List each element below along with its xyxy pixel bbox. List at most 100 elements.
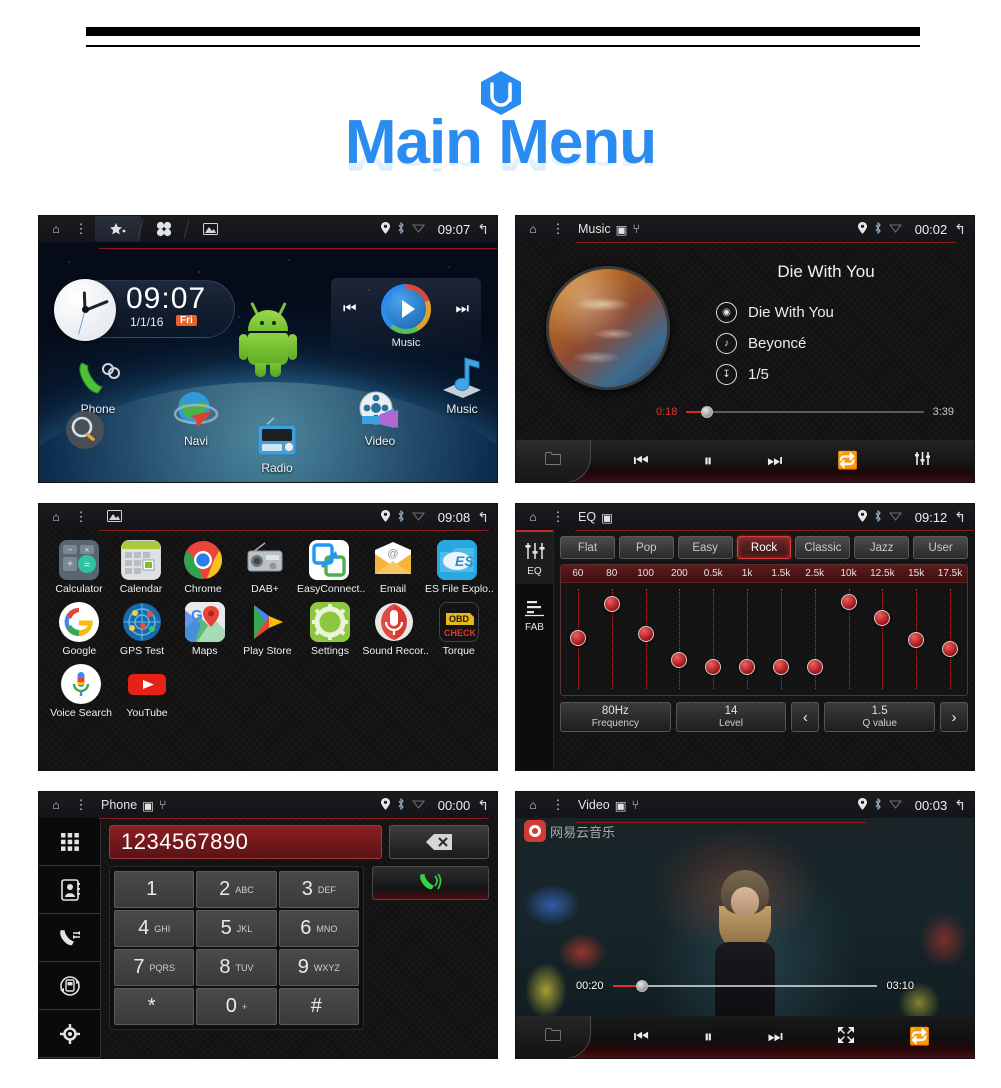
eq-preset-easy[interactable]: Easy xyxy=(677,536,733,559)
back-arrow-icon[interactable]: ↰ xyxy=(477,221,489,238)
app-chrome[interactable]: Chrome xyxy=(173,540,233,595)
eq-band-10k[interactable] xyxy=(832,583,866,695)
eq-level-button[interactable]: 14 Level xyxy=(675,702,787,732)
app-youtube[interactable]: YouTube xyxy=(115,664,179,719)
overflow-menu-icon[interactable]: ⋮ xyxy=(550,509,566,525)
app-calendar[interactable]: Calendar xyxy=(111,540,171,595)
back-arrow-icon[interactable]: ↰ xyxy=(954,221,966,238)
music-progress[interactable]: 0:18 3:39 xyxy=(656,406,954,418)
eq-band-200[interactable] xyxy=(662,583,696,695)
sidebar-item-contacts[interactable] xyxy=(39,866,100,914)
app-google[interactable]: Google xyxy=(49,602,110,657)
pause-icon[interactable]: ⏸ xyxy=(704,1027,713,1047)
overflow-menu-icon[interactable]: ⋮ xyxy=(73,797,89,813)
pause-icon[interactable]: ⏸ xyxy=(704,451,713,471)
sidebar-item-call-log[interactable] xyxy=(39,914,100,962)
chevron-left-icon[interactable]: ‹ xyxy=(791,702,820,732)
prev-track-icon[interactable]: ⏮ xyxy=(343,300,357,317)
music-widget[interactable]: ⏮ ⏭ Music xyxy=(331,278,481,354)
app-easyconnect[interactable]: EasyConnect.. xyxy=(297,540,365,595)
back-arrow-icon[interactable]: ↰ xyxy=(954,509,966,526)
dial-key-star[interactable]: * xyxy=(114,988,195,1025)
eq-band-12.5k[interactable] xyxy=(865,583,899,695)
screen-music[interactable]: Die With You ◉ Die With You ♪ Beyoncé ↧ … xyxy=(515,215,975,483)
eq-band-15k[interactable] xyxy=(899,583,933,695)
eq-band-60[interactable] xyxy=(561,583,595,695)
eq-preset-flat[interactable]: Flat xyxy=(560,536,615,559)
app-torque[interactable]: OBD CHECK Torque xyxy=(428,602,489,657)
overflow-menu-icon[interactable]: ⋮ xyxy=(550,221,566,237)
app-sound-recorder[interactable]: Sound Recor.. xyxy=(362,602,429,657)
repeat-icon[interactable]: 🔁 xyxy=(837,451,858,471)
progress-track[interactable] xyxy=(686,406,924,418)
eq-band-2.5k[interactable] xyxy=(798,583,832,695)
dial-key-7[interactable]: 7 PQRS xyxy=(114,949,195,986)
dial-key-6[interactable]: 6 MNO xyxy=(278,910,359,947)
eq-preset-rock[interactable]: Rock xyxy=(736,536,792,559)
eq-preset-jazz[interactable]: Jazz xyxy=(854,536,910,559)
home-icon[interactable]: ⌂ xyxy=(516,798,550,812)
eq-preset-user[interactable]: User xyxy=(913,536,969,559)
chevron-right-icon[interactable]: › xyxy=(940,702,969,732)
video-progress-knob[interactable] xyxy=(636,979,649,992)
home-icon[interactable]: ⌂ xyxy=(516,510,550,524)
equalizer-icon[interactable] xyxy=(914,451,931,471)
overflow-menu-icon[interactable]: ⋮ xyxy=(73,221,89,237)
screen-home[interactable]: 09:07 1/1/16 Fri ⏮ ⏭ Music Phone Navi Ra… xyxy=(38,215,498,483)
dial-key-0[interactable]: 0 + xyxy=(196,988,277,1025)
eq-band-1.5k[interactable] xyxy=(764,583,798,695)
shortcut-search[interactable] xyxy=(63,410,107,452)
back-arrow-icon[interactable]: ↰ xyxy=(477,509,489,526)
back-arrow-icon[interactable]: ↰ xyxy=(954,797,966,814)
tab-favorites[interactable] xyxy=(95,216,141,242)
tab-apps-grid[interactable] xyxy=(141,216,187,242)
dial-key-4[interactable]: 4 GHI xyxy=(114,910,195,947)
app-play-store[interactable]: Play Store xyxy=(237,602,298,657)
app-maps[interactable]: G Maps xyxy=(174,602,235,657)
sidebar-item-sync-contacts[interactable] xyxy=(39,962,100,1010)
dial-key-5[interactable]: 5 JKL xyxy=(196,910,277,947)
home-icon[interactable]: ⌂ xyxy=(39,798,73,812)
folder-icon[interactable]: 🗀 xyxy=(516,1023,590,1052)
eq-slider-panel[interactable]: 60 80 100 200 0.5k 1k 1.5k 2.5k 10k 12.5… xyxy=(560,564,968,696)
call-green-icon[interactable] xyxy=(372,866,489,900)
next-icon[interactable]: ⏭ xyxy=(768,1027,783,1047)
eq-qvalue-button[interactable]: 1.5 Q value xyxy=(824,702,936,732)
eq-band-100[interactable] xyxy=(629,583,663,695)
dial-key-1[interactable]: 1 xyxy=(114,871,195,908)
folder-icon[interactable]: 🗀 xyxy=(516,447,590,476)
shortcut-navi[interactable]: Navi xyxy=(172,390,220,448)
app-es-file-explorer[interactable]: ES 3 ES File Explo.. xyxy=(425,540,494,595)
app-email[interactable]: @ Email xyxy=(363,540,423,595)
sidebar-item-settings[interactable] xyxy=(39,1010,100,1058)
eq-preset-classic[interactable]: Classic xyxy=(795,536,851,559)
eq-band-0.5k[interactable] xyxy=(696,583,730,695)
app-gps-test[interactable]: GPS Test xyxy=(112,602,173,657)
home-icon[interactable]: ⌂ xyxy=(39,510,73,524)
app-voice-search[interactable]: Voice Search xyxy=(49,664,113,719)
video-progress[interactable]: 00:20 03:10 xyxy=(576,979,914,992)
progress-knob[interactable] xyxy=(700,406,713,418)
app-settings[interactable]: Settings xyxy=(300,602,361,657)
shortcut-radio[interactable]: Radio xyxy=(254,417,300,475)
overflow-menu-icon[interactable]: ⋮ xyxy=(550,797,566,813)
dial-key-8[interactable]: 8 TUV xyxy=(196,949,277,986)
dial-key-2[interactable]: 2 ABC xyxy=(196,871,277,908)
screen-video-player[interactable]: 00:20 03:10 🗀 ⏮ ⏸ ⏭ 🔁 网易云音乐 ⌂ ⋮ Video ▣ … xyxy=(515,791,975,1059)
eq-band-80[interactable] xyxy=(595,583,629,695)
home-icon[interactable]: ⌂ xyxy=(39,222,73,236)
tab-wallpaper[interactable] xyxy=(187,216,233,242)
backspace-icon[interactable] xyxy=(389,825,489,859)
eq-band-17.5k[interactable] xyxy=(933,583,967,695)
eq-frequency-button[interactable]: 80Hz Frequency xyxy=(560,702,671,732)
next-icon[interactable]: ⏭ xyxy=(767,451,782,471)
next-track-icon[interactable]: ⏭ xyxy=(455,300,469,317)
screen-app-drawer[interactable]: − × + = Calculator Calendar Chrome DAB+ … xyxy=(38,503,498,771)
phone-number-field[interactable]: 1234567890 xyxy=(109,825,382,859)
shortcut-phone[interactable]: Phone xyxy=(75,360,121,416)
shortcut-music[interactable]: Music xyxy=(439,356,485,416)
previous-icon[interactable]: ⏮ xyxy=(633,451,648,471)
video-progress-track[interactable] xyxy=(612,979,878,992)
shortcut-video[interactable]: Video xyxy=(356,390,404,448)
dial-key-9[interactable]: 9 WXYZ xyxy=(278,949,359,986)
